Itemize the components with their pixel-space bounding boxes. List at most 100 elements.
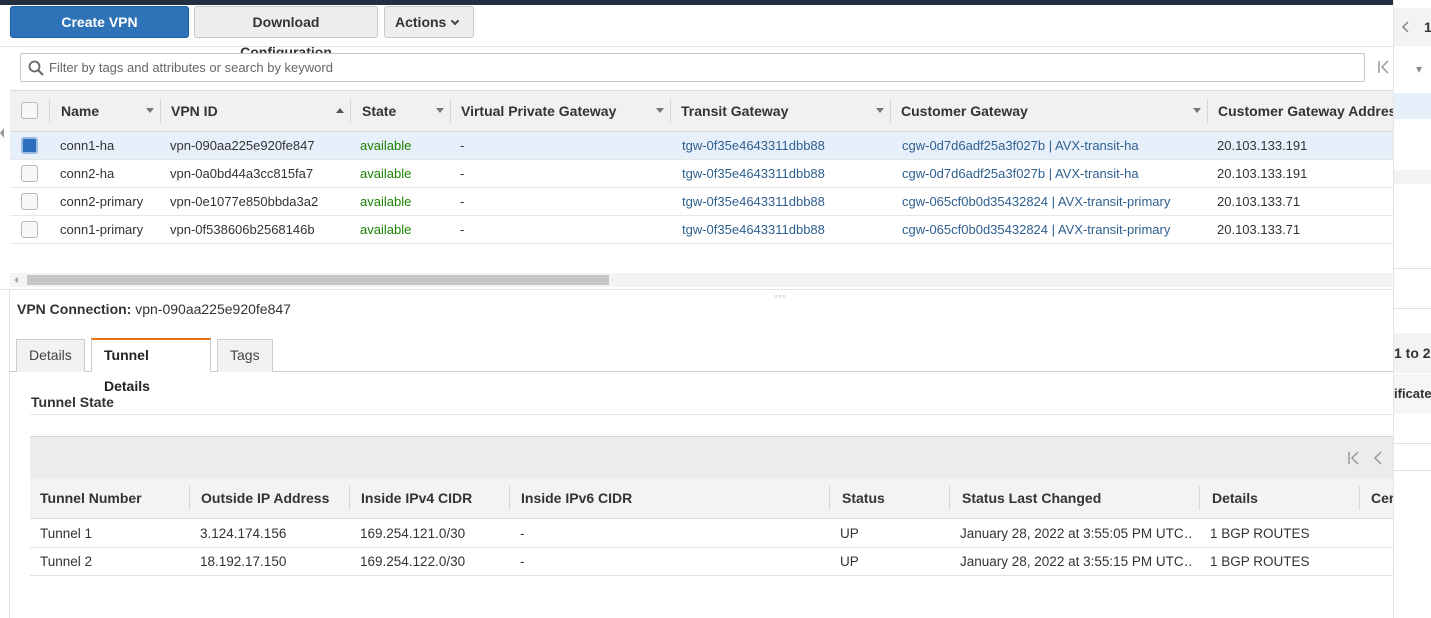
cell-vpn-id: vpn-0a0bd44a3cc815fa7 xyxy=(170,166,314,181)
tab-details[interactable]: Details xyxy=(16,339,85,372)
cell-inside-ipv6: - xyxy=(520,554,525,569)
tunnel-table-pager xyxy=(30,436,1393,478)
right-divider xyxy=(1394,470,1431,471)
first-page-icon[interactable] xyxy=(1376,59,1392,75)
cell-vgw: - xyxy=(460,194,465,209)
column-separator xyxy=(1359,486,1360,510)
create-vpn-connection-button[interactable]: Create VPN Connection xyxy=(10,6,189,60)
scrollbar-thumb[interactable] xyxy=(27,275,609,285)
table-row[interactable]: conn1-ha vpn-090aa225e920fe847 available… xyxy=(10,132,1393,160)
sort-caret-icon[interactable] xyxy=(1193,108,1201,113)
chevron-down-icon[interactable]: ▾ xyxy=(1416,62,1422,76)
right-divider xyxy=(1394,308,1431,309)
row-checkbox[interactable] xyxy=(21,193,38,210)
cell-name: conn1-primary xyxy=(60,222,144,237)
sort-caret-icon[interactable] xyxy=(436,108,444,113)
right-divider xyxy=(1394,268,1431,269)
row-checkbox[interactable] xyxy=(21,137,38,154)
table-row[interactable]: conn2-primary vpn-0e1077e850bbda3a2 avai… xyxy=(10,188,1393,216)
table-row[interactable]: conn1-primary vpn-0f538606b2568146b avai… xyxy=(10,216,1393,244)
filter-bar xyxy=(20,53,1365,82)
cell-name: conn1-ha xyxy=(60,138,115,153)
customer-gateway-link[interactable]: cgw-065cf0b0d35432824 | AVX-transit-prim… xyxy=(902,216,1170,243)
row-checkbox[interactable] xyxy=(21,221,38,238)
tunnel-row: Tunnel 1 3.124.174.156 169.254.121.0/30 … xyxy=(30,520,1393,548)
details-vpn-id: vpn-090aa225e920fe847 xyxy=(135,301,291,317)
toolbar-divider xyxy=(0,46,1393,47)
row-checkbox[interactable] xyxy=(21,165,38,182)
sort-caret-icon[interactable] xyxy=(656,108,664,113)
scroll-left-arrow-icon[interactable] xyxy=(14,277,18,283)
table-row[interactable]: conn2-ha vpn-0a0bd44a3cc815fa7 available… xyxy=(10,160,1393,188)
cell-state: available xyxy=(360,166,412,181)
cell-inside-ipv4: 169.254.121.0/30 xyxy=(360,526,466,541)
col-header-status[interactable]: Status xyxy=(842,478,885,518)
col-header-state[interactable]: State xyxy=(362,91,396,131)
col-header-certificate[interactable]: Cer xyxy=(1371,478,1394,518)
transit-gateway-link[interactable]: tgw-0f35e4643311dbb88 xyxy=(682,160,825,187)
previous-page-icon[interactable] xyxy=(1370,450,1386,466)
cell-details: 1 BGP ROUTES xyxy=(1210,554,1310,569)
customer-gateway-link[interactable]: cgw-0d7d6adf25a3f027b | AVX-transit-ha xyxy=(902,160,1139,187)
pagination-range-fragment: 1 to 2 xyxy=(1394,345,1431,361)
cell-name: conn2-primary xyxy=(60,194,144,209)
cell-status-last-changed: January 28, 2022 at 3:55:05 PM UTC… xyxy=(960,526,1192,541)
col-header-virtual-private-gateway[interactable]: Virtual Private Gateway xyxy=(461,91,616,131)
cell-vpn-id: vpn-0e1077e850bbda3a2 xyxy=(170,194,319,209)
first-page-icon[interactable] xyxy=(1346,450,1362,466)
customer-gateway-link[interactable]: cgw-065cf0b0d35432824 | AVX-transit-prim… xyxy=(902,188,1170,215)
horizontal-scrollbar[interactable] xyxy=(10,273,1393,287)
transit-gateway-link[interactable]: tgw-0f35e4643311dbb88 xyxy=(682,132,825,159)
collapse-left-icon[interactable] xyxy=(0,128,4,138)
cell-details: 1 BGP ROUTES xyxy=(1210,526,1310,541)
col-header-customer-gateway[interactable]: Customer Gateway xyxy=(901,91,1028,131)
tab-tunnel-details[interactable]: Tunnel Details xyxy=(91,338,211,394)
tab-tags[interactable]: Tags xyxy=(217,339,273,372)
transit-gateway-link[interactable]: tgw-0f35e4643311dbb88 xyxy=(682,216,825,243)
col-header-name[interactable]: Name xyxy=(61,91,99,131)
left-border xyxy=(9,290,10,618)
column-separator xyxy=(1207,99,1208,123)
select-all-checkbox[interactable] xyxy=(21,102,38,119)
cell-cgw-address: 20.103.133.191 xyxy=(1217,138,1308,153)
customer-gateway-link[interactable]: cgw-0d7d6adf25a3f027b | AVX-transit-ha xyxy=(902,132,1139,159)
col-header-inside-ipv6[interactable]: Inside IPv6 CIDR xyxy=(521,478,632,518)
cell-tunnel-number: Tunnel 1 xyxy=(40,526,93,541)
sort-ascending-icon[interactable] xyxy=(336,108,344,113)
cell-state: available xyxy=(360,222,412,237)
actions-label: Actions xyxy=(395,14,447,30)
sort-caret-icon[interactable] xyxy=(146,108,154,113)
col-header-transit-gateway[interactable]: Transit Gateway xyxy=(681,91,788,131)
right-selected-row xyxy=(1394,93,1431,119)
col-header-outside-ip[interactable]: Outside IP Address xyxy=(201,478,329,518)
col-header-status-last-changed[interactable]: Status Last Changed xyxy=(962,478,1101,518)
split-divider[interactable] xyxy=(0,289,1393,290)
cell-outside-ip: 18.192.17.150 xyxy=(200,554,287,569)
filter-input[interactable] xyxy=(49,54,1349,81)
section-divider xyxy=(30,414,1393,415)
cell-tunnel-number: Tunnel 2 xyxy=(40,554,93,569)
sort-caret-icon[interactable] xyxy=(876,108,884,113)
cell-tunnel-status: UP xyxy=(840,526,859,541)
col-header-tunnel-number[interactable]: Tunnel Number xyxy=(40,478,142,518)
right-pager-block: 1 xyxy=(1394,8,1431,46)
search-icon xyxy=(28,60,44,76)
actions-dropdown-button[interactable]: Actions xyxy=(384,6,474,38)
col-header-inside-ipv4[interactable]: Inside IPv4 CIDR xyxy=(361,478,472,518)
resize-handle-icon[interactable]: ▫▫▫ xyxy=(774,291,787,301)
previous-page-icon[interactable] xyxy=(1400,21,1410,33)
cell-status-last-changed: January 28, 2022 at 3:55:15 PM UTC… xyxy=(960,554,1192,569)
page-number-fragment: 1 xyxy=(1424,19,1431,35)
column-separator xyxy=(949,486,950,510)
column-separator xyxy=(160,99,161,123)
cell-state: available xyxy=(360,194,412,209)
col-header-details[interactable]: Details xyxy=(1212,478,1258,518)
cell-name: conn2-ha xyxy=(60,166,115,181)
transit-gateway-link[interactable]: tgw-0f35e4643311dbb88 xyxy=(682,188,825,215)
column-separator xyxy=(1199,486,1200,510)
col-header-vpn-id[interactable]: VPN ID xyxy=(171,91,218,131)
download-configuration-button[interactable]: Download Configuration xyxy=(194,6,378,60)
cell-inside-ipv4: 169.254.122.0/30 xyxy=(360,554,466,569)
col-header-customer-gateway-address[interactable]: Customer Gateway Address xyxy=(1218,91,1404,131)
cell-vgw: - xyxy=(460,222,465,237)
